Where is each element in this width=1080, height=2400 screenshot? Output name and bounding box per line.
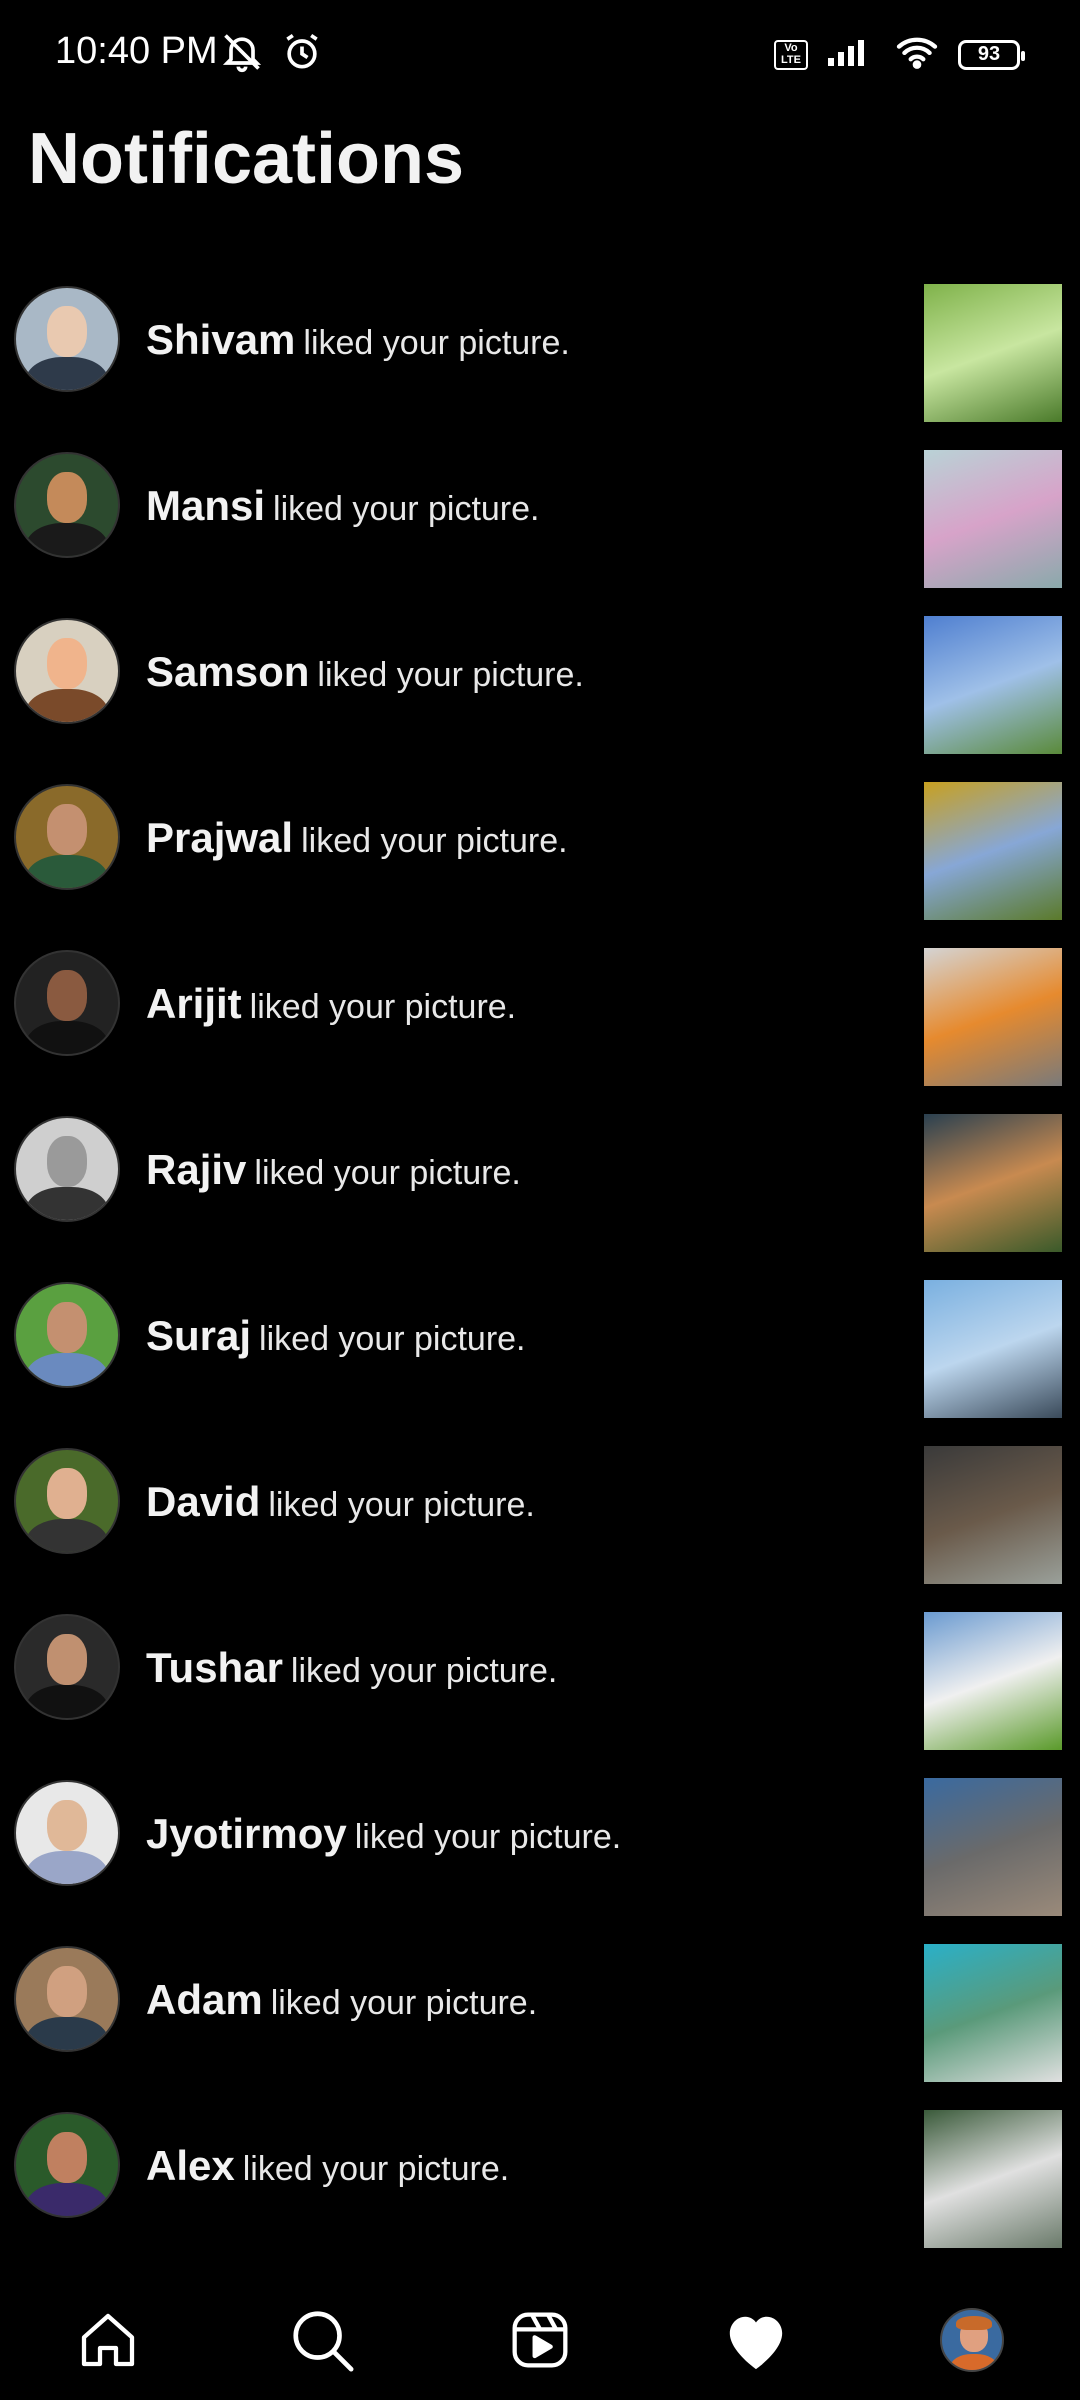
notification-text: Shivam liked your picture. <box>146 316 570 364</box>
avatar[interactable] <box>14 1780 120 1886</box>
post-thumbnail[interactable] <box>924 284 1062 422</box>
notification-message: liked your picture. <box>268 1486 535 1524</box>
avatar[interactable] <box>14 618 120 724</box>
username[interactable]: David <box>146 1478 260 1525</box>
post-thumbnail[interactable] <box>924 1446 1062 1584</box>
avatar[interactable] <box>14 950 120 1056</box>
notification-message: liked your picture. <box>301 822 568 860</box>
list-item[interactable]: Rajiv liked your picture. <box>0 1106 1080 1272</box>
volte-icon: Vo LTE <box>774 39 808 70</box>
notification-message: liked your picture. <box>303 324 570 362</box>
avatar[interactable] <box>14 1614 120 1720</box>
notification-text: Mansi liked your picture. <box>146 482 540 530</box>
notification-text: Prajwal liked your picture. <box>146 814 568 862</box>
page-title: Notifications <box>28 119 465 199</box>
avatar[interactable] <box>14 1282 120 1388</box>
notification-message: liked your picture. <box>242 2150 510 2188</box>
heart-icon[interactable] <box>716 2300 796 2380</box>
search-icon[interactable] <box>282 2300 362 2380</box>
avatar[interactable] <box>14 784 120 890</box>
notification-message: liked your picture. <box>273 490 540 528</box>
post-thumbnail[interactable] <box>924 616 1062 754</box>
notification-message: liked your picture. <box>290 1652 558 1690</box>
avatar[interactable] <box>14 286 120 392</box>
username[interactable]: Tushar <box>146 1644 283 1691</box>
notification-message: liked your picture. <box>317 656 584 694</box>
post-thumbnail[interactable] <box>924 450 1062 588</box>
list-item[interactable]: Arijit liked your picture. <box>0 940 1080 1106</box>
username[interactable]: Arijit <box>146 980 242 1027</box>
bottom-nav <box>0 2280 1080 2400</box>
notification-text: Tushar liked your picture. <box>146 1644 557 1692</box>
notification-list: Shivam liked your picture. Mansi liked your… <box>0 276 1080 2268</box>
username[interactable]: Adam <box>146 1976 263 2023</box>
list-item[interactable]: Tushar liked your picture. <box>0 1604 1080 1770</box>
list-item[interactable]: Jyotirmoy liked your picture. <box>0 1770 1080 1936</box>
username[interactable]: Prajwal <box>146 814 293 861</box>
post-thumbnail[interactable] <box>924 1944 1062 2082</box>
list-item[interactable]: Mansi liked your picture. <box>0 442 1080 608</box>
username[interactable]: Shivam <box>146 316 295 363</box>
avatar[interactable] <box>14 452 120 558</box>
status-time: 10:40 PM <box>55 30 218 72</box>
alarm-icon <box>280 30 324 79</box>
list-item[interactable]: Samson liked your picture. <box>0 608 1080 774</box>
notification-message: liked your picture. <box>259 1320 526 1358</box>
list-item[interactable]: Suraj liked your picture. <box>0 1272 1080 1438</box>
list-item[interactable]: Alex liked your picture. <box>0 2102 1080 2268</box>
username[interactable]: Samson <box>146 648 309 695</box>
list-item[interactable]: Prajwal liked your picture. <box>0 774 1080 940</box>
notification-text: Rajiv liked your picture. <box>146 1146 521 1194</box>
notification-text: Adam liked your picture. <box>146 1976 537 2024</box>
post-thumbnail[interactable] <box>924 2110 1062 2248</box>
battery-icon: 93 <box>958 39 1025 70</box>
home-icon[interactable] <box>68 2300 148 2380</box>
post-thumbnail[interactable] <box>924 948 1062 1086</box>
username[interactable]: Mansi <box>146 482 265 529</box>
list-item[interactable]: David liked your picture. <box>0 1438 1080 1604</box>
post-thumbnail[interactable] <box>924 1778 1062 1916</box>
notification-message: liked your picture. <box>249 988 517 1026</box>
username[interactable]: Rajiv <box>146 1146 246 1193</box>
username[interactable]: Jyotirmoy <box>146 1810 347 1857</box>
post-thumbnail[interactable] <box>924 1280 1062 1418</box>
bell-mute-icon <box>220 30 264 79</box>
notification-text: Arijit liked your picture. <box>146 980 516 1028</box>
post-thumbnail[interactable] <box>924 1612 1062 1750</box>
username[interactable]: Suraj <box>146 1312 251 1359</box>
avatar[interactable] <box>14 1946 120 2052</box>
status-bar: 10:40 PM Vo LTE 93 <box>0 0 1080 100</box>
avatar[interactable] <box>14 1448 120 1554</box>
notification-text: Suraj liked your picture. <box>146 1312 526 1360</box>
avatar[interactable] <box>14 1116 120 1222</box>
list-item[interactable]: Adam liked your picture. <box>0 1936 1080 2102</box>
notification-text: Samson liked your picture. <box>146 648 584 696</box>
avatar[interactable] <box>14 2112 120 2218</box>
post-thumbnail[interactable] <box>924 1114 1062 1252</box>
username[interactable]: Alex <box>146 2142 235 2189</box>
signal-icon <box>826 36 876 73</box>
post-thumbnail[interactable] <box>924 782 1062 920</box>
reels-icon[interactable] <box>500 2300 580 2380</box>
notification-text: David liked your picture. <box>146 1478 535 1526</box>
list-item[interactable]: Shivam liked your picture. <box>0 276 1080 442</box>
notification-text: Jyotirmoy liked your picture. <box>146 1810 621 1858</box>
notification-message: liked your picture. <box>254 1154 521 1192</box>
notification-message: liked your picture. <box>270 1984 538 2022</box>
notification-text: Alex liked your picture. <box>146 2142 509 2190</box>
notification-message: liked your picture. <box>354 1818 622 1856</box>
wifi-icon <box>894 34 940 75</box>
profile-avatar[interactable] <box>932 2300 1012 2380</box>
